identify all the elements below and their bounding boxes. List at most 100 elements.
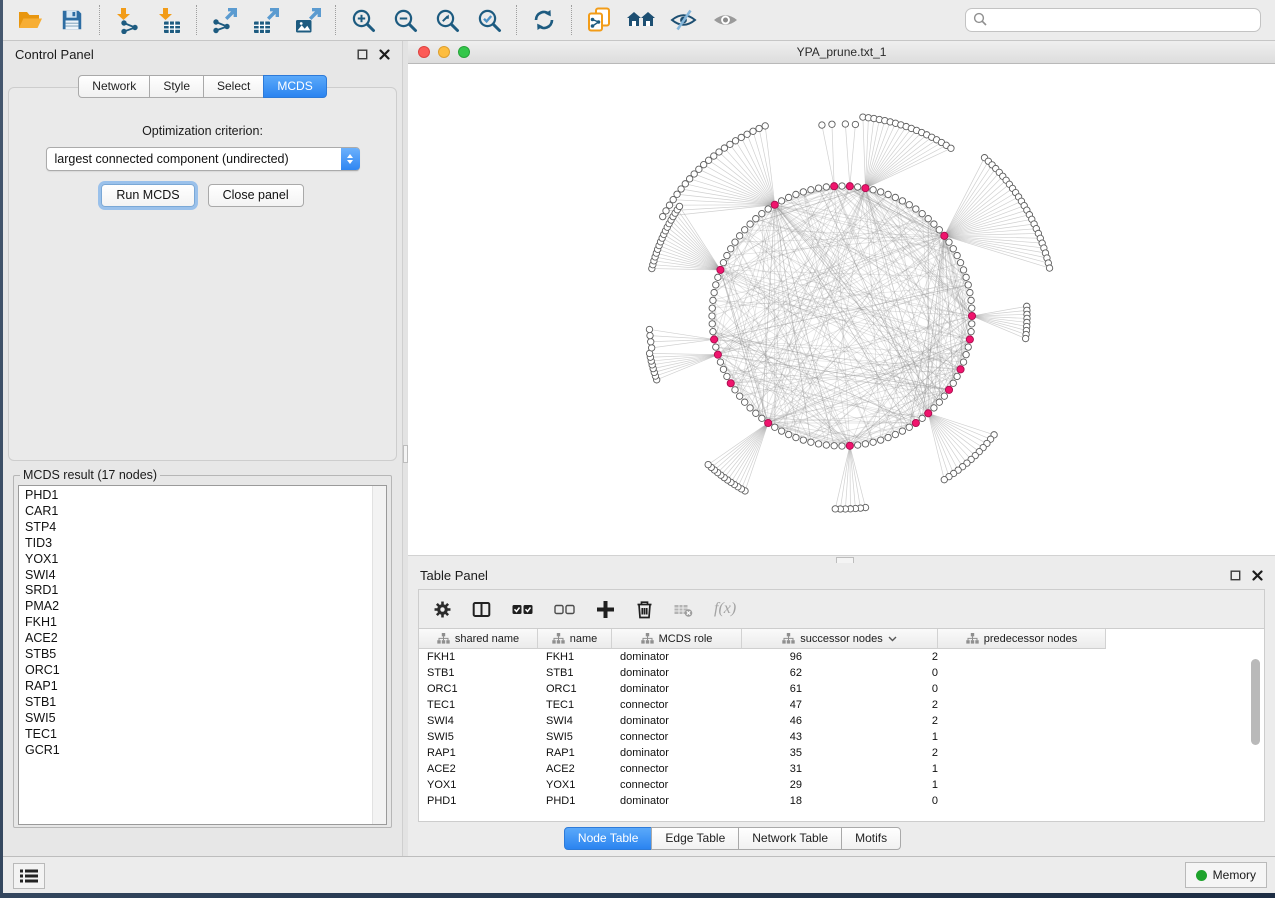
- table-row[interactable]: FKH1FKH1dominator962: [419, 649, 1264, 665]
- window-minimize-button[interactable]: [438, 46, 450, 58]
- hide-selected-button[interactable]: [667, 5, 699, 35]
- mcds-result-item[interactable]: STB5: [25, 647, 386, 663]
- table-row[interactable]: ORC1ORC1dominator610: [419, 681, 1264, 697]
- column-header-mcds-role[interactable]: MCDS role: [612, 629, 742, 649]
- network-node: [710, 297, 716, 303]
- table-tab-motifs[interactable]: Motifs: [841, 827, 901, 850]
- mcds-result-item[interactable]: SWI4: [25, 568, 386, 584]
- run-mcds-button[interactable]: Run MCDS: [101, 184, 194, 207]
- open-file-button[interactable]: [14, 5, 46, 35]
- task-history-button[interactable]: [13, 863, 45, 889]
- show-column-button[interactable]: [472, 599, 491, 619]
- select-all-button[interactable]: [512, 599, 533, 619]
- column-header-shared-name[interactable]: shared name: [419, 629, 538, 649]
- tab-style[interactable]: Style: [149, 75, 204, 98]
- table-tab-edge-table[interactable]: Edge Table: [651, 827, 739, 850]
- add-column-button[interactable]: [596, 599, 614, 619]
- cell-predecessor-nodes: 0: [938, 665, 1119, 681]
- table-row[interactable]: ACE2ACE2connector311: [419, 761, 1264, 777]
- mcds-result-item[interactable]: CAR1: [25, 504, 386, 520]
- clear-selection-button[interactable]: [554, 599, 575, 619]
- criterion-select[interactable]: largest connected component (undirected): [46, 147, 360, 171]
- table-tab-node-table[interactable]: Node Table: [564, 827, 653, 850]
- mcds-result-item[interactable]: PMA2: [25, 599, 386, 615]
- tab-mcds[interactable]: MCDS: [263, 75, 326, 98]
- table-row[interactable]: SWI4SWI4dominator462: [419, 713, 1264, 729]
- mcds-result-item[interactable]: TID3: [25, 536, 386, 552]
- float-panel-icon[interactable]: [357, 49, 368, 60]
- table-scrollbar-thumb[interactable]: [1251, 659, 1260, 745]
- mcds-result-item[interactable]: FKH1: [25, 615, 386, 631]
- mcds-result-item[interactable]: GCR1: [25, 743, 386, 759]
- zoom-in-button[interactable]: [347, 5, 379, 35]
- memory-button[interactable]: Memory: [1185, 862, 1267, 888]
- network-node: [931, 221, 937, 227]
- mcds-result-list[interactable]: PHD1CAR1STP4TID3YOX1SWI4SRD1PMA2FKH1ACE2…: [18, 485, 387, 825]
- table-row[interactable]: PHD1PHD1dominator180: [419, 793, 1264, 809]
- cell-name: PHD1: [538, 793, 612, 809]
- search-input[interactable]: [965, 8, 1261, 32]
- column-header-successor-nodes[interactable]: successor nodes: [742, 629, 938, 649]
- close-panel-icon[interactable]: [379, 49, 390, 60]
- window-close-button[interactable]: [418, 46, 430, 58]
- network-graph[interactable]: [408, 64, 1275, 555]
- zoom-selected-button[interactable]: [473, 5, 505, 35]
- zoom-out-button[interactable]: [389, 5, 421, 35]
- table-row[interactable]: RAP1RAP1dominator352: [419, 745, 1264, 761]
- mcds-result-item[interactable]: PHD1: [25, 488, 386, 504]
- network-node: [965, 282, 971, 288]
- table-tab-network-table[interactable]: Network Table: [738, 827, 842, 850]
- mcds-result-item[interactable]: YOX1: [25, 552, 386, 568]
- cell-mcds-role: dominator: [612, 681, 742, 697]
- zoom-in-icon: [351, 8, 376, 33]
- save-session-button[interactable]: [56, 5, 88, 35]
- column-header-predecessor-nodes[interactable]: predecessor nodes: [938, 629, 1106, 649]
- delete-columns-button[interactable]: [635, 599, 653, 619]
- float-table-panel-icon[interactable]: [1230, 570, 1241, 581]
- column-header-name[interactable]: name: [538, 629, 612, 649]
- table-row[interactable]: STB1STB1dominator620: [419, 665, 1264, 681]
- mcds-result-item[interactable]: SRD1: [25, 583, 386, 599]
- first-neighbors-button[interactable]: [625, 5, 657, 35]
- network-canvas[interactable]: [408, 64, 1275, 555]
- mcds-result-item[interactable]: TEC1: [25, 727, 386, 743]
- mcds-result-item[interactable]: ACE2: [25, 631, 386, 647]
- table-header-row: shared namenameMCDS rolesuccessor nodesp…: [419, 629, 1264, 649]
- show-all-button[interactable]: [709, 5, 741, 35]
- apply-layout-button[interactable]: [528, 5, 560, 35]
- mcds-result-item[interactable]: STB1: [25, 695, 386, 711]
- export-image-button[interactable]: [292, 5, 324, 35]
- mcds-result-item[interactable]: STP4: [25, 520, 386, 536]
- mcds-result-item[interactable]: RAP1: [25, 679, 386, 695]
- function-builder-button: f(x): [714, 599, 736, 619]
- export-network-button[interactable]: [208, 5, 240, 35]
- zoom-fit-button[interactable]: [431, 5, 463, 35]
- import-network-button[interactable]: [111, 5, 143, 35]
- duplicate-network-icon: [586, 7, 613, 34]
- close-panel-button[interactable]: Close panel: [208, 184, 304, 207]
- network-node: [941, 476, 947, 482]
- table-row[interactable]: TEC1TEC1connector472: [419, 697, 1264, 713]
- window-zoom-button[interactable]: [458, 46, 470, 58]
- network-node: [800, 189, 806, 195]
- tab-select[interactable]: Select: [203, 75, 264, 98]
- table-row[interactable]: YOX1YOX1connector291: [419, 777, 1264, 793]
- import-table-button[interactable]: [153, 5, 185, 35]
- network-node: [741, 399, 747, 405]
- refresh-icon: [531, 7, 557, 33]
- cell-successor-nodes: 47: [742, 697, 938, 713]
- mcds-result-box: MCDS result (17 nodes) PHD1CAR1STP4TID3Y…: [13, 468, 392, 828]
- memory-label: Memory: [1213, 868, 1256, 882]
- network-node: [715, 274, 721, 280]
- duplicate-network-button[interactable]: [583, 5, 615, 35]
- close-table-panel-icon[interactable]: [1252, 570, 1263, 581]
- export-table-button[interactable]: [250, 5, 282, 35]
- tab-network[interactable]: Network: [78, 75, 150, 98]
- mcds-result-item[interactable]: SWI5: [25, 711, 386, 727]
- mcds-result-item[interactable]: ORC1: [25, 663, 386, 679]
- cell-name: ORC1: [538, 681, 612, 697]
- table-row[interactable]: SWI5SWI5connector431: [419, 729, 1264, 745]
- table-settings-button[interactable]: [433, 599, 451, 619]
- cell-name: YOX1: [538, 777, 612, 793]
- mcds-list-scrollbar[interactable]: [372, 486, 386, 824]
